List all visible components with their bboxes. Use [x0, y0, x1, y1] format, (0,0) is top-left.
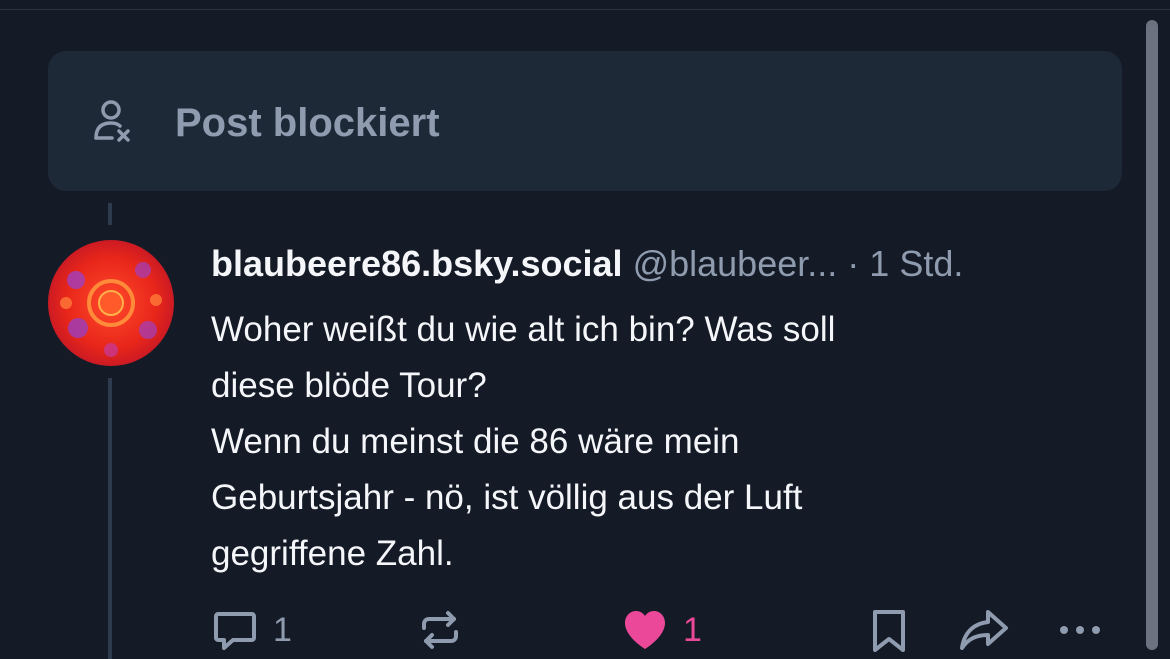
post-text: Woher weißt du wie alt ich bin? Was soll…	[211, 302, 1111, 582]
thread-connector-line	[108, 203, 112, 225]
thread-view: Post blockiert blaubeere86.bsky.social @…	[0, 0, 1170, 659]
share-icon	[960, 610, 1008, 650]
author-display-name[interactable]: blaubeere86.bsky.social	[211, 243, 623, 284]
post-text-line: Woher weißt du wie alt ich bin? Was soll	[211, 310, 836, 349]
bookmark-icon	[873, 610, 905, 652]
like-count: 1	[683, 611, 702, 649]
thread-connector-line	[108, 378, 112, 659]
post-text-line: diese blöde Tour?	[211, 366, 487, 405]
avatar[interactable]	[48, 240, 174, 366]
like-button[interactable]: 1	[621, 606, 702, 654]
blocked-post-card[interactable]: Post blockiert	[48, 51, 1122, 191]
repost-icon	[422, 611, 458, 649]
post-text-line: gegriffene Zahl.	[211, 534, 454, 573]
avatar-image	[48, 240, 174, 366]
post-text-line: Wenn du meinst die 86 wäre mein	[211, 422, 740, 461]
blocked-post-label: Post blockiert	[175, 101, 440, 145]
person-x-icon	[94, 100, 130, 142]
post-timestamp[interactable]: 1 Std.	[869, 243, 963, 284]
scrollbar[interactable]	[1146, 20, 1158, 650]
top-divider	[0, 9, 1170, 10]
more-icon	[1060, 626, 1100, 634]
reply-button[interactable]: 1	[211, 606, 292, 654]
post-header: blaubeere86.bsky.social @blaubeer... · 1…	[211, 242, 1126, 286]
repost-button[interactable]	[416, 606, 464, 654]
more-options-button[interactable]	[1056, 606, 1104, 654]
heart-icon	[625, 611, 665, 649]
reply-count: 1	[273, 611, 292, 649]
bookmark-button[interactable]	[865, 606, 913, 654]
share-button[interactable]	[958, 606, 1010, 654]
post-text-line: Geburtsjahr - nö, ist völlig aus der Luf…	[211, 478, 803, 517]
separator-dot: ·	[847, 243, 860, 284]
author-handle[interactable]: @blaubeer...	[633, 243, 838, 284]
reply-icon	[214, 612, 256, 650]
